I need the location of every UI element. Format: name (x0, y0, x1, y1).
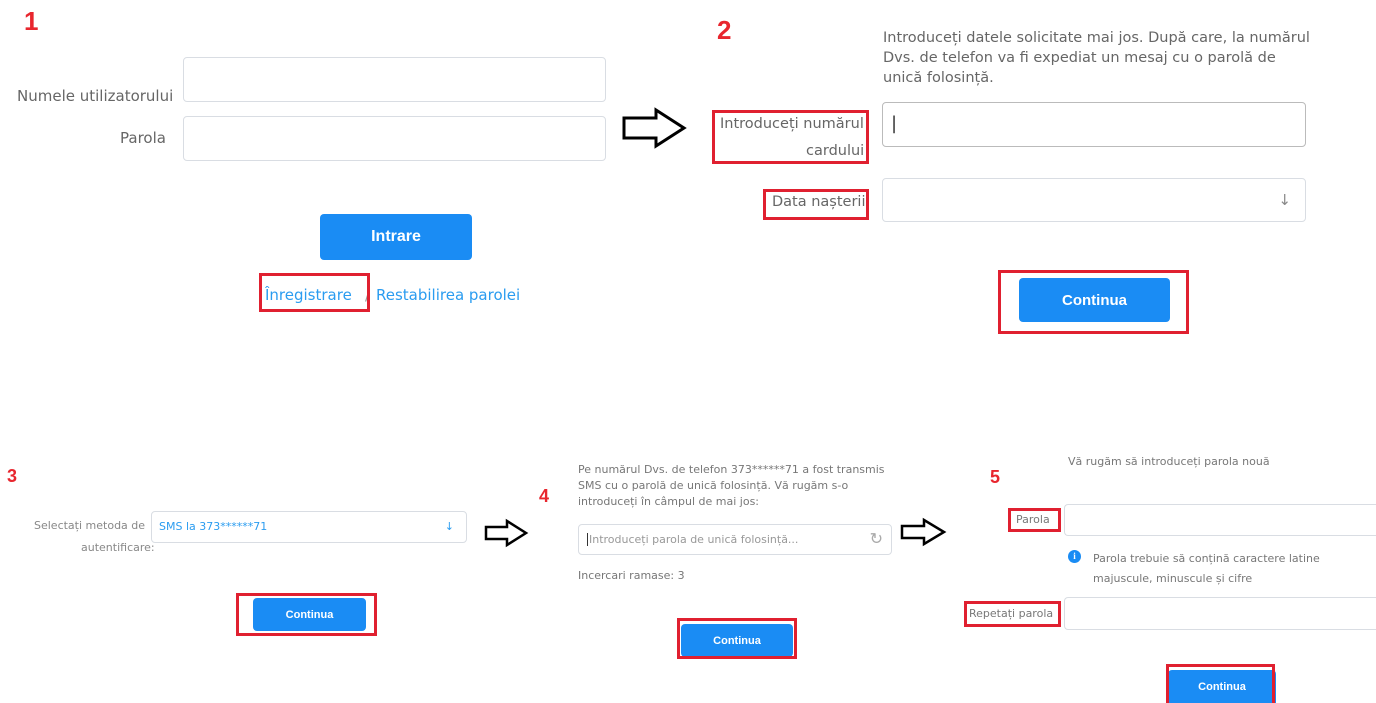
step-number-3: 3 (7, 466, 18, 486)
card-number-input[interactable]: | (882, 102, 1306, 147)
chevron-down-icon: ↓ (444, 520, 454, 533)
arrow-right-icon (900, 517, 947, 547)
password-label: Parola (120, 129, 166, 147)
new-password-label: Parola (1016, 513, 1050, 526)
step2-intro-text: Introduceți datele solicitate mai jos. D… (883, 30, 1310, 86)
arrow-right-icon (484, 518, 529, 548)
step-number-2: 2 (717, 15, 732, 45)
text-cursor: | (891, 113, 898, 134)
otp-info-text: Pe numărul Dvs. de telefon 373******71 a… (578, 463, 885, 508)
card-number-label-line2: cardului (806, 143, 865, 159)
new-password-input[interactable] (1064, 504, 1376, 536)
step3-continue-highlight (236, 593, 377, 636)
birthdate-label: Data nașterii (772, 194, 866, 210)
auth-method-label-line2: autentificare: (81, 541, 155, 554)
otp-placeholder: Introduceți parola de unică folosință... (587, 533, 799, 546)
new-password-heading: Vă rugăm să introduceți parola nouă (1068, 455, 1270, 468)
password-hint-text: Parola trebuie să conțină caractere lati… (1093, 552, 1320, 585)
username-label: Numele utilizatorului (17, 87, 174, 105)
step-number-5: 5 (990, 467, 1001, 487)
auth-method-select[interactable]: SMS la 373******71 ↓ (151, 511, 467, 543)
step-number-4: 4 (539, 486, 550, 506)
password-input[interactable] (183, 116, 606, 161)
chevron-down-icon: ↓ (1278, 191, 1291, 209)
birthdate-select[interactable]: ↓ (882, 178, 1306, 222)
username-input[interactable] (183, 57, 606, 102)
info-icon: i (1068, 550, 1081, 563)
auth-method-value: SMS la 373******71 (159, 520, 268, 533)
auth-method-label-line1: Selectați metoda de (34, 519, 146, 532)
card-number-label-line1: Introduceți numărul (720, 116, 864, 132)
step4-continue-highlight (677, 618, 797, 659)
step5-continue-highlight (1166, 664, 1275, 703)
restore-password-link[interactable]: Restabilirea parolei (376, 286, 520, 304)
repeat-password-label: Repetați parola (969, 607, 1054, 620)
step2-continue-highlight (998, 270, 1189, 334)
arrow-right-icon (622, 107, 687, 149)
step-number-1: 1 (24, 6, 39, 36)
otp-input[interactable]: Introduceți parola de unică folosință...… (578, 524, 892, 555)
register-highlight (259, 273, 370, 312)
repeat-password-input[interactable] (1064, 597, 1376, 630)
login-button[interactable]: Intrare (320, 214, 472, 260)
refresh-icon[interactable]: ↻ (870, 529, 883, 548)
attempts-remaining: Incercari ramase: 3 (578, 569, 685, 582)
